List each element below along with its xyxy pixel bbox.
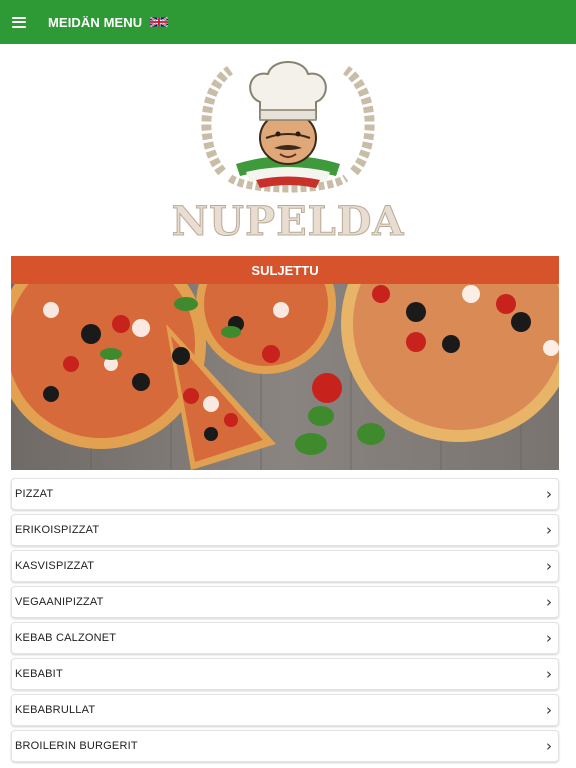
chef-mascot-logo bbox=[201, 61, 375, 193]
category-label: VEGAANIPIZZAT bbox=[15, 596, 104, 608]
chevron-right-icon: › bbox=[546, 520, 552, 539]
chevron-right-icon: › bbox=[546, 700, 552, 719]
list-item[interactable]: VEGAANIPIZZAT › bbox=[11, 586, 559, 618]
uk-flag-icon[interactable] bbox=[150, 16, 169, 28]
chevron-right-icon: › bbox=[546, 484, 552, 503]
top-app-bar: MEIDÄN MENU bbox=[0, 0, 576, 44]
list-item[interactable]: BROILERIN BURGERIT › bbox=[11, 730, 559, 762]
category-label: ERIKOISPIZZAT bbox=[15, 524, 100, 536]
category-label: BROILERIN BURGERIT bbox=[15, 740, 138, 752]
list-item[interactable]: KEBABRULLAT › bbox=[11, 694, 559, 726]
brand-name: NUPELDA bbox=[171, 198, 405, 246]
category-list: PIZZAT › ERIKOISPIZZAT › KASVISPIZZAT › … bbox=[11, 478, 559, 766]
list-item[interactable]: KEBAB CALZONET › bbox=[11, 622, 559, 654]
restaurant-logo: NUPELDA bbox=[160, 52, 416, 248]
list-item[interactable]: ERIKOISPIZZAT › bbox=[11, 514, 559, 546]
chevron-right-icon: › bbox=[546, 556, 552, 575]
list-item[interactable]: PIZZAT › bbox=[11, 478, 559, 510]
category-label: KEBABRULLAT bbox=[15, 704, 96, 716]
category-label: KEBAB CALZONET bbox=[15, 632, 117, 644]
list-item[interactable]: KASVISPIZZAT › bbox=[11, 550, 559, 582]
hamburger-menu-icon[interactable] bbox=[12, 16, 26, 28]
status-badge: SULJETTU bbox=[11, 256, 559, 284]
status-label: SULJETTU bbox=[251, 262, 319, 278]
page-title: MEIDÄN MENU bbox=[48, 14, 143, 30]
chevron-right-icon: › bbox=[546, 592, 552, 611]
chevron-right-icon: › bbox=[546, 628, 552, 647]
category-label: KEBABIT bbox=[15, 668, 63, 680]
chevron-right-icon: › bbox=[546, 664, 552, 683]
list-item[interactable]: KEBABIT › bbox=[11, 658, 559, 690]
pizza-banner-image bbox=[11, 284, 559, 470]
chevron-right-icon: › bbox=[546, 736, 552, 755]
category-label: KASVISPIZZAT bbox=[15, 560, 95, 572]
category-label: PIZZAT bbox=[15, 488, 54, 500]
